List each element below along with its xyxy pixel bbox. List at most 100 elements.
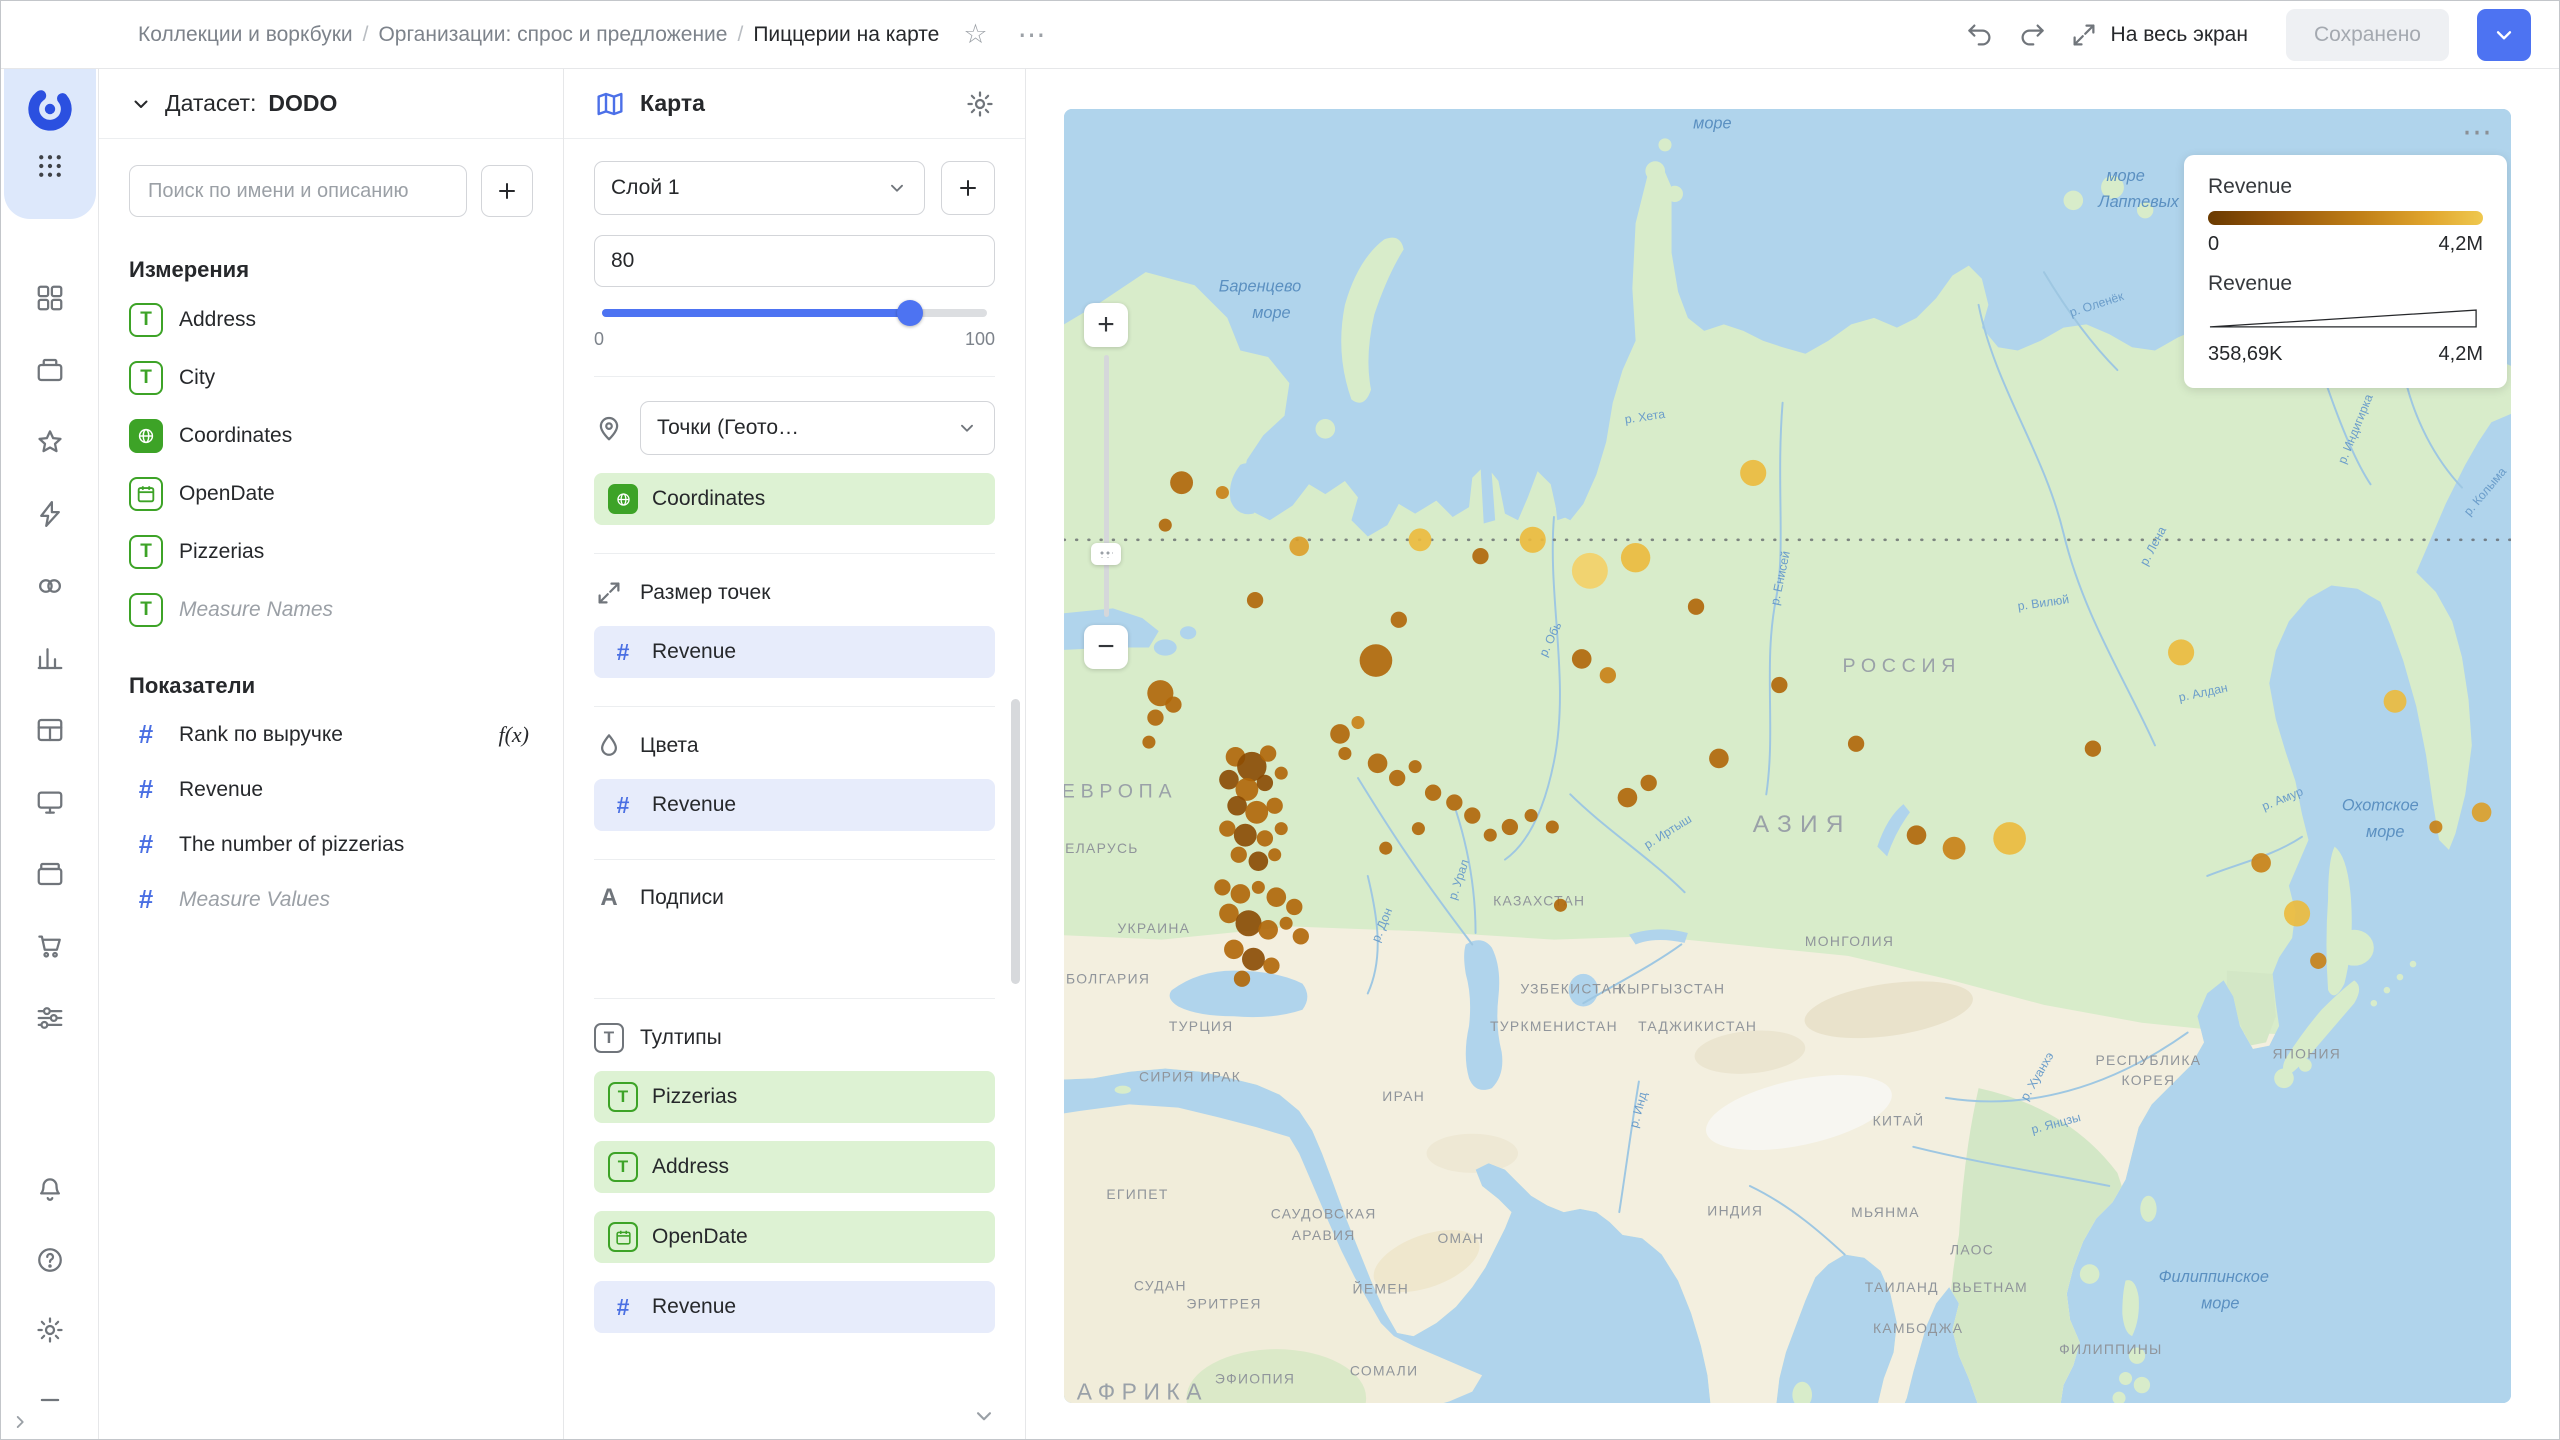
map-point[interactable] bbox=[1359, 644, 1393, 677]
map-point[interactable] bbox=[1906, 825, 1927, 845]
chart-settings-gear-icon[interactable] bbox=[965, 89, 995, 119]
more-actions-icon[interactable]: ⋯ bbox=[1018, 18, 1049, 51]
colors-field-chip[interactable]: # Revenue bbox=[594, 779, 995, 831]
apps-grid-icon[interactable] bbox=[35, 151, 65, 181]
config-scrollbar[interactable] bbox=[1011, 699, 1020, 984]
dataset-header[interactable]: Датасет: DODO bbox=[99, 69, 563, 139]
breadcrumb-workbook[interactable]: Организации: спрос и предложение bbox=[378, 23, 727, 47]
bar-chart-icon[interactable] bbox=[35, 643, 65, 673]
undo-icon[interactable] bbox=[1965, 20, 1995, 50]
map-point[interactable] bbox=[1251, 880, 1265, 894]
help-icon[interactable] bbox=[35, 1245, 65, 1275]
map-point[interactable] bbox=[1599, 667, 1617, 684]
map-point[interactable] bbox=[1424, 784, 1442, 801]
map-point[interactable] bbox=[1246, 592, 1264, 609]
map-point[interactable] bbox=[1847, 735, 1865, 752]
zoom-slider-handle[interactable] bbox=[1091, 543, 1121, 565]
map-point[interactable] bbox=[1214, 879, 1231, 896]
map-point[interactable] bbox=[1233, 823, 1257, 847]
save-dropdown-button[interactable] bbox=[2477, 8, 2531, 61]
map-point[interactable] bbox=[1170, 471, 1194, 495]
field-measure-names[interactable]: T Measure Names bbox=[99, 581, 563, 639]
field-city[interactable]: T City bbox=[99, 349, 563, 407]
map-point[interactable] bbox=[2429, 820, 2443, 834]
map-point[interactable] bbox=[2084, 740, 2102, 757]
map-point[interactable] bbox=[1942, 836, 1966, 860]
field-address[interactable]: T Address bbox=[99, 291, 563, 349]
map-point[interactable] bbox=[1256, 830, 1274, 847]
map-point[interactable] bbox=[1224, 939, 1244, 960]
tooltip-field-chip[interactable]: T Pizzerias bbox=[594, 1071, 995, 1123]
map-point[interactable] bbox=[1408, 760, 1422, 774]
map-point[interactable] bbox=[1411, 822, 1425, 836]
map-point[interactable] bbox=[1771, 676, 1788, 694]
map-point[interactable] bbox=[1389, 769, 1406, 787]
map-point[interactable] bbox=[1390, 611, 1407, 628]
geotype-select[interactable]: Точки (Геото… bbox=[640, 401, 995, 455]
field-number-of-pizzerias[interactable]: # The number of pizzerias bbox=[99, 817, 563, 872]
map-point[interactable] bbox=[2168, 639, 2195, 666]
map-point[interactable] bbox=[1709, 748, 1729, 769]
favorite-star-icon[interactable]: ☆ bbox=[963, 19, 987, 50]
zoom-slider-track[interactable] bbox=[1091, 355, 1121, 617]
map-menu-button[interactable]: ⋯ bbox=[2462, 115, 2495, 150]
map-point[interactable] bbox=[1519, 526, 1546, 553]
bell-icon[interactable] bbox=[35, 1175, 65, 1205]
map-point[interactable] bbox=[1524, 809, 1538, 823]
map-point[interactable] bbox=[1242, 947, 1265, 971]
rings-icon[interactable] bbox=[35, 571, 65, 601]
map-point[interactable] bbox=[1472, 547, 1489, 565]
field-coordinates[interactable]: Coordinates bbox=[99, 407, 563, 465]
map-point[interactable] bbox=[1215, 485, 1229, 499]
tooltip-field-chip[interactable]: T Address bbox=[594, 1141, 995, 1193]
map-point[interactable] bbox=[1230, 846, 1247, 863]
tooltip-field-chip[interactable]: OpenDate bbox=[594, 1211, 995, 1263]
map-point[interactable] bbox=[1617, 787, 1638, 808]
size-field-chip[interactable]: # Revenue bbox=[594, 626, 995, 678]
gear-icon[interactable] bbox=[35, 1315, 65, 1345]
map-point[interactable] bbox=[1158, 518, 1172, 532]
map-point[interactable] bbox=[1640, 774, 1657, 792]
field-opendate[interactable]: OpenDate bbox=[99, 465, 563, 523]
monitor-icon[interactable] bbox=[35, 787, 65, 817]
layer-select[interactable]: Слой 1 bbox=[594, 161, 925, 215]
saved-button[interactable]: Сохранено bbox=[2285, 8, 2449, 61]
map-point[interactable] bbox=[1147, 709, 1164, 726]
field-measure-values[interactable]: # Measure Values bbox=[99, 872, 563, 927]
map-point[interactable] bbox=[1993, 822, 2026, 855]
map-point[interactable] bbox=[1571, 552, 1608, 589]
map-point[interactable] bbox=[1235, 910, 1262, 937]
map-point[interactable] bbox=[1256, 774, 1274, 792]
dataset-name[interactable]: DODO bbox=[268, 90, 337, 117]
zoom-in-button[interactable]: + bbox=[1084, 303, 1128, 347]
map-point[interactable] bbox=[1292, 928, 1309, 945]
workbooks-icon[interactable] bbox=[35, 355, 65, 385]
map-point[interactable] bbox=[2283, 900, 2311, 927]
map-point[interactable] bbox=[1367, 753, 1388, 774]
map-point[interactable] bbox=[1687, 598, 1705, 615]
map-point[interactable] bbox=[1219, 769, 1239, 790]
map-point[interactable] bbox=[1446, 794, 1463, 811]
map-point[interactable] bbox=[1268, 848, 1282, 862]
redo-icon[interactable] bbox=[2017, 20, 2047, 50]
opacity-slider[interactable] bbox=[602, 300, 987, 326]
field-rank[interactable]: # Rank по выручке f(x) bbox=[99, 707, 563, 762]
add-field-button[interactable] bbox=[481, 165, 533, 217]
map-point[interactable] bbox=[1279, 916, 1293, 930]
add-layer-button[interactable] bbox=[941, 161, 995, 215]
opacity-slider-knob[interactable] bbox=[897, 300, 923, 326]
map-point[interactable] bbox=[2383, 689, 2407, 713]
map-point[interactable] bbox=[1553, 898, 1568, 912]
map-point[interactable] bbox=[1408, 528, 1432, 552]
geopoints-field-chip[interactable]: Coordinates bbox=[594, 473, 995, 525]
map-point[interactable] bbox=[1740, 459, 1767, 486]
field-revenue[interactable]: # Revenue bbox=[99, 762, 563, 817]
map-point[interactable] bbox=[1274, 822, 1288, 836]
map-point[interactable] bbox=[1258, 919, 1278, 940]
table-icon[interactable] bbox=[35, 715, 65, 745]
map-point[interactable] bbox=[1501, 818, 1519, 836]
map-canvas[interactable]: море Баренцево море море Лаптевых Охотское мор… bbox=[1064, 109, 2511, 1403]
map-point[interactable] bbox=[1571, 649, 1592, 669]
favorites-star-icon[interactable] bbox=[35, 427, 65, 457]
map-point[interactable] bbox=[1620, 543, 1651, 573]
